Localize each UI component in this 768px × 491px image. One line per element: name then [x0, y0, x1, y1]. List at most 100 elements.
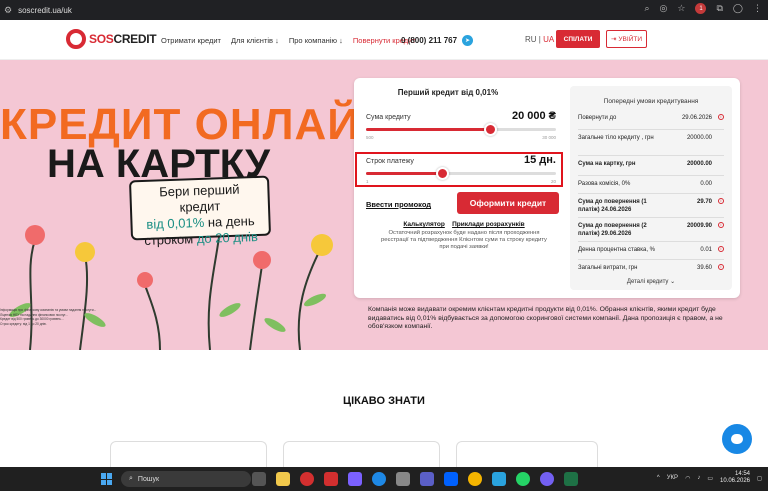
profile-icon[interactable]: ◯: [733, 3, 743, 14]
legal-disclaimer: Інформація про фінансову компанію та умо…: [0, 308, 97, 326]
terms-row: Сума до повернення (2 платіж) 29.06.2026…: [578, 222, 724, 242]
taskbar-search[interactable]: ⌕ Пошук: [121, 471, 251, 487]
amount-range: 500 30 000: [366, 135, 556, 140]
terms-row: Денна процентна ставка, % 0.01 i: [578, 246, 724, 260]
info-icon[interactable]: i: [718, 246, 724, 252]
amount-slider[interactable]: [366, 123, 556, 136]
excel-icon[interactable]: [564, 472, 578, 486]
whatsapp-icon[interactable]: [516, 472, 530, 486]
promo-code-link[interactable]: Ввести промокод: [366, 200, 431, 209]
lang-ru[interactable]: RU: [525, 35, 537, 44]
terms-row: Загальні витрати, грн 39.60 i: [578, 264, 724, 276]
preliminary-terms: Попередні умови кредитування Повернути д…: [570, 86, 732, 290]
chrome-icon[interactable]: [468, 472, 482, 486]
terms-title: Попередні умови кредитування: [603, 98, 699, 105]
clock-date: 10.06.2026: [719, 478, 751, 484]
amount-value: 20 000 ₴: [511, 110, 556, 122]
tray-chevron-icon[interactable]: ^: [657, 475, 660, 481]
star-icon[interactable]: ☆: [677, 3, 685, 14]
info-icon[interactable]: i: [718, 198, 724, 204]
credit-calculator: Перший кредит від 0,01% Сума кредиту 20 …: [354, 78, 740, 298]
calc-links: Калькулятор Приклади розрахунків: [366, 221, 562, 228]
logo[interactable]: SOSCREDIT: [66, 29, 157, 49]
terms-row: Сума на картку, грн 20000.00: [578, 160, 724, 176]
credit-details-toggle[interactable]: Деталі кредиту ⌄: [570, 278, 732, 285]
search-icon: ⌕: [129, 475, 133, 482]
info-icon[interactable]: i: [718, 264, 724, 270]
task-view-icon[interactable]: [252, 472, 266, 486]
clock-time: 14:54: [735, 471, 751, 477]
windows-start-icon[interactable]: [101, 473, 113, 485]
volume-icon[interactable]: ♪: [697, 475, 700, 481]
company-note: Компанія може видавати окремим клієнтам …: [368, 306, 723, 330]
browser-actions: ⌕ ◎ ☆ 1 ⧉ ◯ ⋮: [645, 3, 762, 14]
system-tray: ^ УКР ◠ ♪ ▭ 14:54 10.06.2026 ◻: [657, 471, 762, 485]
windows-taskbar: ⌕ Пошук ^ УКР ◠ ♪ ▭ 14:54 10.06.2026 ◻: [0, 467, 768, 491]
login-icon: ⇥: [610, 36, 617, 43]
lang-separator: |: [538, 35, 541, 44]
logo-text: SOSCREDIT: [89, 32, 157, 46]
zoom-icon[interactable]: ⌕: [645, 3, 650, 14]
terms-row: Сума до повернення (1 платіж) 24.06.2026…: [578, 198, 724, 218]
phone-number: 0 (800) 211 767: [401, 36, 458, 45]
site-header: SOSCREDIT Отримати кредит Для клієнтів ↓…: [0, 20, 768, 60]
app-l-icon[interactable]: [324, 472, 338, 486]
address-bar[interactable]: ⚙ soscredit.ua/uk: [4, 3, 704, 17]
input-language[interactable]: УКР: [667, 475, 678, 481]
store-icon[interactable]: [396, 472, 410, 486]
terms-row: Загальне тіло кредиту , грн 20000.00: [578, 134, 724, 156]
phone[interactable]: 0 (800) 211 767 ➤: [401, 35, 474, 46]
amount-max: 30 000: [542, 135, 556, 140]
login-button[interactable]: ⇥ УВІЙТИ: [606, 30, 647, 48]
offer-line-1: Бери перший кредит: [158, 181, 240, 215]
taskbar-search-label: Пошук: [137, 475, 160, 483]
offer-badge: Бери перший кредит від 0,01% на день стр…: [128, 175, 272, 248]
terms-row: Разова комісія, 0% 0.00: [578, 180, 724, 194]
eye-off-icon[interactable]: ◎: [660, 3, 668, 14]
dropbox-icon[interactable]: [444, 472, 458, 486]
battery-icon[interactable]: ▭: [707, 475, 713, 482]
clock[interactable]: 14:54 10.06.2026: [720, 471, 750, 485]
language-switch: RU | UA: [525, 35, 554, 44]
calculator-title: Перший кредит від 0,01%: [397, 88, 499, 97]
profile-avatar-icon[interactable]: 1: [695, 3, 707, 14]
amount-min: 500: [366, 135, 374, 140]
edge-icon[interactable]: [372, 472, 386, 486]
apply-credit-button[interactable]: Оформити кредит: [457, 192, 559, 214]
amount-slider-fill: [366, 128, 490, 131]
url-text: soscredit.ua/uk: [18, 5, 72, 15]
examples-link[interactable]: Приклади розрахунків: [452, 221, 525, 228]
main-nav: Отримати кредит Для клієнтів ↓ Про компа…: [161, 36, 416, 45]
site-info-icon[interactable]: ⚙: [4, 5, 12, 16]
login-label: УВІЙТИ: [618, 35, 643, 43]
extensions-icon[interactable]: ⧉: [716, 3, 722, 14]
nav-for-clients[interactable]: Для клієнтів ↓: [231, 36, 279, 45]
lifebuoy-icon: [66, 29, 86, 49]
file-explorer-icon[interactable]: [276, 472, 290, 486]
info-icon[interactable]: i: [718, 114, 724, 120]
teams-icon[interactable]: [420, 472, 434, 486]
nav-get-credit[interactable]: Отримати кредит: [161, 36, 221, 45]
chat-bubble-icon: [731, 434, 743, 444]
telegram-icon[interactable]: ➤: [462, 35, 474, 46]
article-card[interactable]: [110, 441, 267, 467]
opera-icon[interactable]: [300, 472, 314, 486]
notifications-icon[interactable]: ◻: [757, 475, 762, 482]
calculator-link[interactable]: Калькулятор: [403, 221, 445, 228]
nav-about[interactable]: Про компанію ↓: [289, 36, 343, 45]
telegram-taskbar-icon[interactable]: [492, 472, 506, 486]
copilot-icon[interactable]: [348, 472, 362, 486]
amount-label: Сума кредиту: [366, 114, 411, 121]
lang-ua[interactable]: UA: [543, 35, 554, 44]
calc-note: Остаточний розрахунок буде надано після …: [381, 230, 547, 250]
term-highlight-box: [355, 152, 563, 187]
menu-icon[interactable]: ⋮: [753, 3, 762, 14]
article-card[interactable]: [456, 441, 598, 467]
chat-button[interactable]: [722, 424, 752, 454]
article-card[interactable]: [283, 441, 440, 467]
info-icon[interactable]: i: [718, 222, 724, 228]
signup-button[interactable]: СПІЛАТИ: [556, 30, 600, 48]
viber-icon[interactable]: [540, 472, 554, 486]
section-title: ЦІКАВО ЗНАТИ: [343, 395, 425, 407]
wifi-icon[interactable]: ◠: [685, 475, 690, 482]
